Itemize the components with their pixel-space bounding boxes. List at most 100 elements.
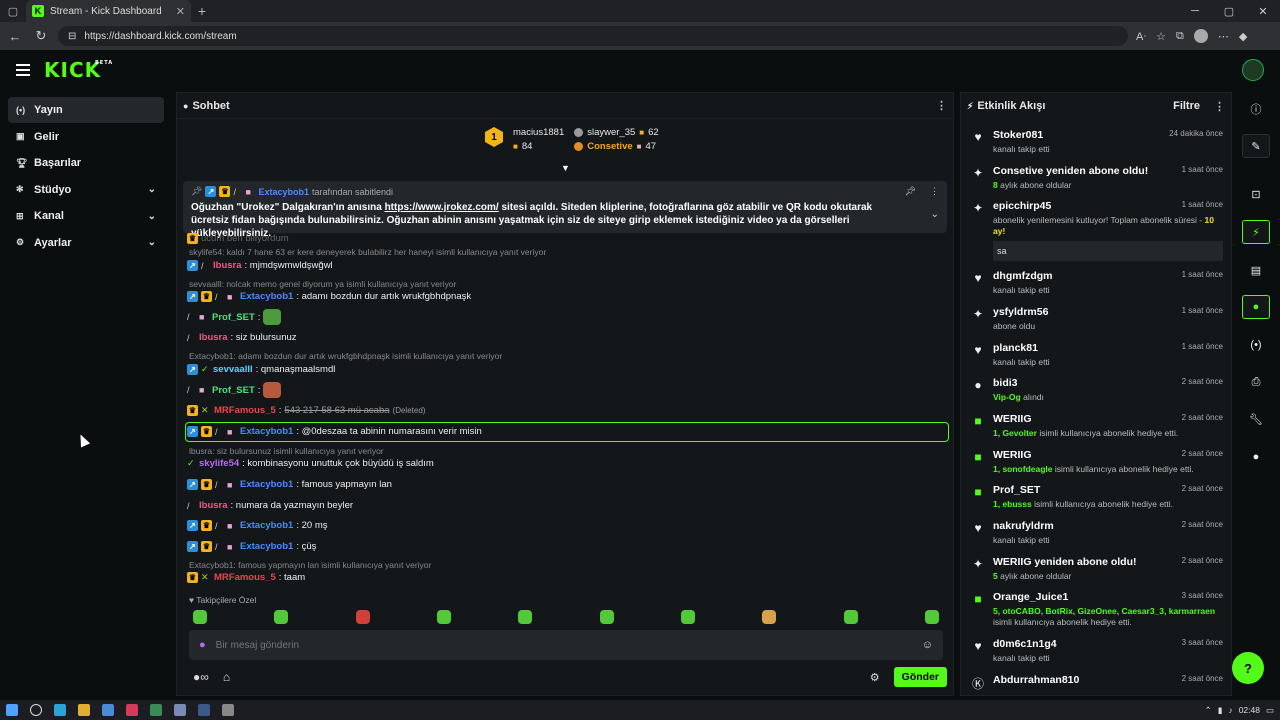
chat-username[interactable]: Prof_SET [212,312,255,323]
search-icon[interactable] [30,704,42,716]
chevron-down-icon[interactable]: ⌄ [931,209,939,220]
wrench-icon[interactable]: 🔧︎ [1242,407,1270,431]
emoji-picker-icon[interactable]: ☺ [922,639,933,651]
chevron-down-icon[interactable]: ⌄ [148,184,156,195]
emote-button[interactable] [355,610,370,624]
emote-button[interactable] [599,610,614,624]
activity-item[interactable]: ■ Orange_Juice1 3 saat önce 5, otoCABO, Bot… [961,591,1233,628]
browser-tab[interactable]: K Stream - Kick Dashboard ✕ [26,0,191,22]
filter-button[interactable]: Filtre [1173,100,1200,112]
chat-username[interactable]: Extacybob1 [240,520,293,531]
chat-toggle-icon[interactable]: ● [1242,295,1270,319]
tray-chevron-icon[interactable]: ⌃ [1205,705,1212,716]
sidebar-item-kanal[interactable]: ⊞ Kanal ⌄ [8,203,164,229]
activity-item[interactable]: ♥ dhgmfzdgm 1 saat önce kanalı takip etti [961,270,1233,296]
pinned-author[interactable]: Extacybob1 [258,187,309,197]
explorer-icon[interactable] [78,704,90,716]
activity-item[interactable]: ♥ Stoker081 24 dakika önce kanalı takip ett… [961,129,1233,155]
pinned-more-icon[interactable]: ⋮ [930,186,939,197]
steam-icon[interactable] [198,704,210,716]
sidebar-item-yayin[interactable]: (•) Yayın [8,97,164,123]
close-window-icon[interactable]: ✕ [1246,5,1280,18]
chat-username[interactable]: Extacybob1 [240,479,293,490]
points-icon[interactable]: ● [1242,445,1270,469]
collections-icon[interactable]: ⧉ [1176,30,1184,43]
activity-item[interactable]: ✦ epicchirp45 1 saat önce abonelik yenileme… [961,200,1233,261]
sidebar-item-ayarlar[interactable]: ⚙ Ayarlar ⌄ [8,230,164,256]
leader-name[interactable]: slaywer_35 [587,127,635,138]
app-icon[interactable] [174,704,186,716]
chat-username[interactable]: Prof_SET [212,385,255,396]
activity-item[interactable]: ✦ ysfyldrm56 1 saat önce abone oldu [961,306,1233,332]
site-info-icon[interactable]: ⊟ [68,31,76,42]
volume-icon[interactable]: ♪ [1228,705,1232,715]
tab-actions-icon[interactable]: ▢ [0,0,26,22]
emote-button[interactable] [762,610,777,624]
emote-button[interactable] [924,610,939,624]
hamburger-menu-icon[interactable] [16,61,30,79]
activity-item[interactable]: ● bidi3 2 saat önce Vip-Og alındı [961,377,1233,403]
notification-icon[interactable]: ▭ [1266,705,1274,716]
activity-item[interactable]: ♥ planck81 1 saat önce kanalı takip etti [961,342,1233,368]
url-field[interactable]: ⊟ https://dashboard.kick.com/stream [58,26,1128,46]
profile-avatar-icon[interactable] [1193,29,1208,43]
unpin-icon[interactable]: 📌︎ [905,186,916,197]
printer-icon[interactable]: ⎙ [1242,370,1270,394]
back-icon[interactable]: ← [6,29,24,44]
send-button[interactable]: Gönder [893,667,947,687]
emote-button[interactable] [436,610,451,624]
collapse-leaderboard-icon[interactable]: ▼ [561,163,570,173]
chat-username[interactable]: Extacybob1 [240,426,293,437]
leader-name[interactable]: macius1881 [513,127,564,138]
help-chat-icon[interactable]: ? [1232,652,1264,684]
app-icon[interactable] [126,704,138,716]
chat-username[interactable]: MRFamous_5 [214,405,276,416]
emote-button[interactable] [274,610,289,624]
tab-close-icon[interactable]: ✕ [176,5,185,18]
activity-item[interactable]: ■ WERIIG 2 saat önce 1, sonofdeagle isimli … [961,449,1233,475]
chat-username[interactable]: lbusra [213,260,242,271]
network-icon[interactable]: ▮ [1218,705,1223,716]
broadcast-icon[interactable]: (•) [1242,333,1270,357]
notes-icon[interactable]: ▤ [1242,258,1270,282]
activity-item[interactable]: ♥ nakrufyldrm 2 saat önce kanalı takip etti [961,520,1233,546]
chat-settings-icon[interactable]: ⚙ [870,671,880,684]
edge-icon[interactable] [54,704,66,716]
chat-username[interactable]: Extacybob1 [240,291,293,302]
activity-item[interactable]: Ⓚ Abdurrahman810 2 saat önce [961,674,1233,692]
user-avatar[interactable] [1242,59,1264,81]
clock[interactable]: 02:48 [1239,705,1260,715]
app-icon[interactable] [102,704,114,716]
read-aloud-icon[interactable]: Aᐧ [1136,30,1146,43]
emote-button[interactable] [193,610,207,624]
copilot-icon[interactable]: ◆ [1239,30,1247,43]
maximize-icon[interactable]: ▢ [1212,5,1246,18]
emote-button[interactable] [680,610,695,624]
microphone-icon[interactable]: ● [199,639,206,651]
sidebar-item-studyo[interactable]: ✻ Stüdyo ⌄ [8,177,164,203]
points-icon[interactable]: ●∞ [193,670,209,684]
activity-item[interactable]: ✦ WERIIG yeniden abone oldu! 2 saat önce 5 … [961,556,1233,582]
emote-button[interactable] [518,610,533,624]
chat-username[interactable]: skylife54 [199,458,239,469]
edit-pencil-icon[interactable]: ✎ [1242,134,1270,158]
leader-name[interactable]: Consetive [587,141,632,152]
app-icon[interactable] [222,704,234,716]
activity-lightning-icon[interactable]: ⚡︎ [1242,220,1270,244]
more-vertical-icon[interactable]: ⋮ [1214,100,1225,113]
activity-item[interactable]: ♥ d0m6c1n1g4 3 saat önce kanalı takip etti [961,638,1233,664]
chat-username[interactable]: lbusra [199,332,228,343]
chat-message-input[interactable] [215,639,912,651]
menu-dots-icon[interactable]: ⋯ [1218,30,1229,43]
sidebar-item-basarilar[interactable]: 🏆︎ Başarılar [8,150,164,176]
emote-button[interactable] [843,610,858,624]
chevron-down-icon[interactable]: ⌄ [148,237,156,248]
info-icon[interactable]: ⓘ [1242,97,1270,121]
chevron-down-icon[interactable]: ⌄ [148,211,156,222]
favorite-star-icon[interactable]: ☆ [1156,30,1166,43]
chat-username[interactable]: MRFamous_5 [214,572,276,583]
minimize-icon[interactable]: ─ [1178,5,1212,18]
screenshot-icon[interactable]: ⊡ [1242,182,1270,206]
kick-logo[interactable]: KICK BETA [44,58,112,82]
sidebar-item-gelir[interactable]: ▣ Gelir [8,124,164,150]
